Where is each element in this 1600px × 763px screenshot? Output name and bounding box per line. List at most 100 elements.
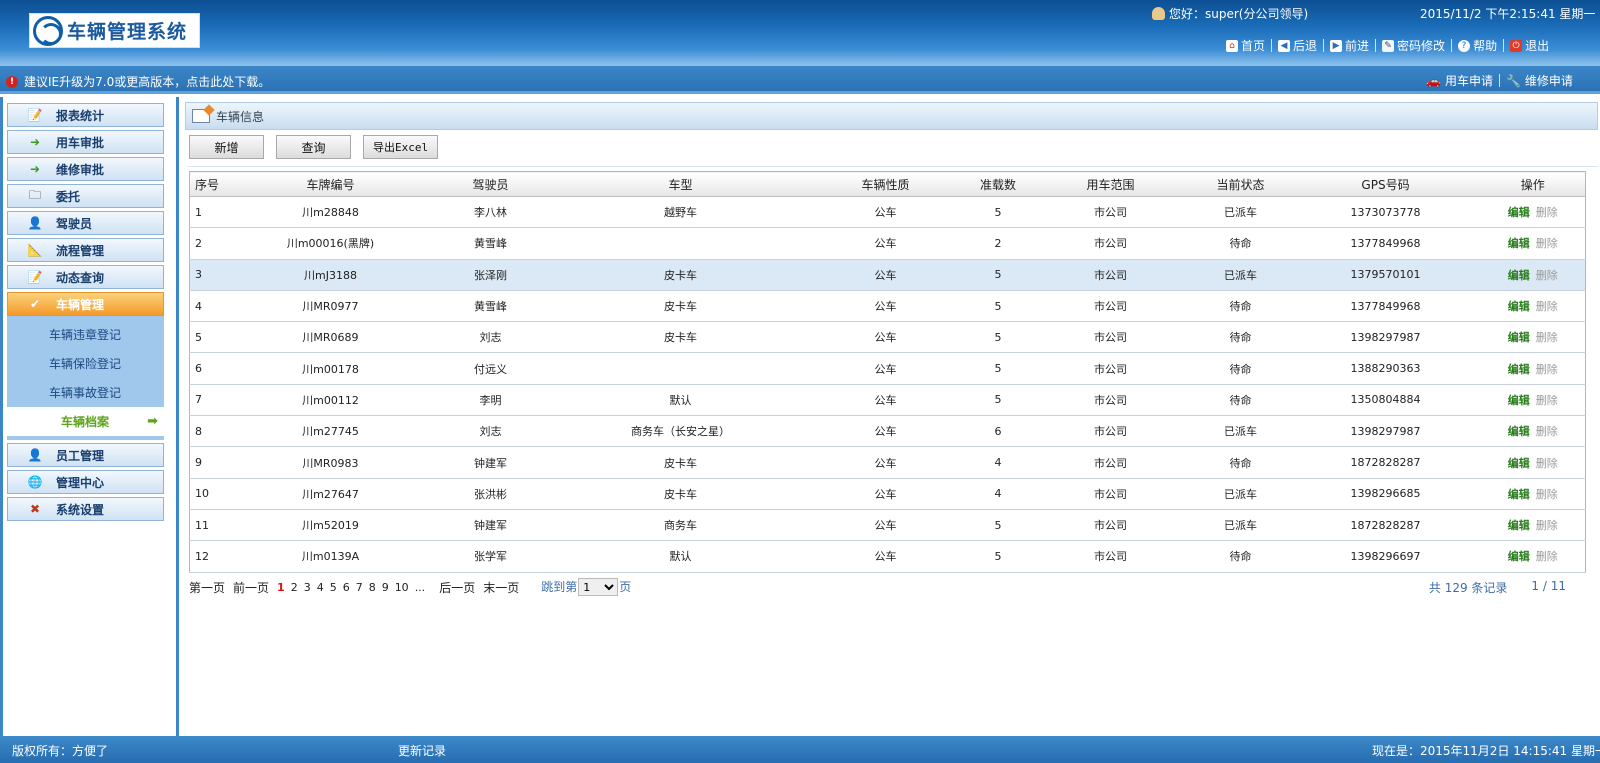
subitem-accident[interactable]: 车辆事故登记	[7, 378, 164, 407]
delete-link[interactable]: 删除	[1536, 425, 1558, 438]
sidebar-item-dynamic-query[interactable]: 📝 动态查询	[7, 265, 164, 289]
delete-link[interactable]: 删除	[1536, 519, 1558, 532]
cell-driver: 张学军	[425, 540, 556, 573]
cell-plate: 川MR0977	[235, 290, 426, 323]
cell-no: 10	[189, 478, 236, 510]
sidebar-item-delegate[interactable]: 🗀 委托	[7, 184, 164, 208]
repair-request-link[interactable]: 🔧 维修申请	[1500, 72, 1579, 89]
edit-link[interactable]: 编辑	[1508, 550, 1530, 563]
col-plate[interactable]: 车牌编号	[235, 171, 426, 197]
cell-scope: 市公司	[1030, 227, 1191, 260]
pager-last[interactable]: 末一页	[483, 579, 519, 596]
nav-forward-link[interactable]: ▶ 前进	[1324, 37, 1375, 54]
pager-page-link[interactable]: 7	[356, 581, 363, 594]
subitem-insurance[interactable]: 车辆保险登记	[7, 349, 164, 378]
ie-upgrade-notice[interactable]: ! 建议IE升级为7.0或更高版本，点击此处下载。	[6, 73, 270, 90]
pager-page-link[interactable]: 10	[395, 581, 409, 594]
pager-page-link[interactable]: 9	[382, 581, 389, 594]
table-row[interactable]: 6 川m00178 付远义 公车 5 市公司 待命 1388290363 编辑 删除	[189, 352, 1586, 385]
edit-link[interactable]: 编辑	[1508, 519, 1530, 532]
edit-link[interactable]: 编辑	[1508, 425, 1530, 438]
delete-link[interactable]: 删除	[1536, 394, 1558, 407]
col-no[interactable]: 序号	[189, 171, 236, 197]
tools-icon: ✖	[29, 502, 41, 516]
delete-link[interactable]: 删除	[1536, 488, 1558, 501]
edit-link[interactable]: 编辑	[1508, 300, 1530, 313]
export-excel-button[interactable]: 导出Excel	[363, 135, 439, 159]
sidebar-item-car-approval[interactable]: ➜ 用车审批	[7, 130, 164, 154]
pager-page-link[interactable]: 6	[343, 581, 350, 594]
sidebar-item-driver[interactable]: 👤 驾驶员	[7, 211, 164, 235]
pager-first[interactable]: 第一页	[189, 579, 225, 596]
col-gps[interactable]: GPS号码	[1290, 171, 1481, 197]
nav-exit-link[interactable]: ⏻ 退出	[1504, 37, 1555, 54]
sidebar-item-staff[interactable]: 👤 员工管理	[7, 443, 164, 467]
nav-back-link[interactable]: ◀ 后退	[1272, 37, 1323, 54]
key-icon: ✎	[1382, 39, 1395, 52]
edit-link[interactable]: 编辑	[1508, 206, 1530, 219]
subitem-violation[interactable]: 车辆违章登记	[7, 320, 164, 349]
table-row[interactable]: 8 川m27745 刘志 商务车（长安之星） 公车 6 市公司 已派车 1398297987 编辑…	[189, 415, 1586, 448]
cell-status: 待命	[1190, 540, 1291, 573]
delete-link[interactable]: 删除	[1536, 269, 1558, 282]
col-model[interactable]: 车型	[555, 171, 806, 197]
delete-link[interactable]: 删除	[1536, 300, 1558, 313]
sidebar-item-report[interactable]: 📝 报表统计	[7, 103, 164, 127]
query-button[interactable]: 查询	[276, 135, 351, 159]
nav-home-link[interactable]: ⌂ 首页	[1220, 37, 1271, 54]
edit-link[interactable]: 编辑	[1508, 457, 1530, 470]
pager-page-link[interactable]: 1	[277, 581, 285, 594]
pager-page-link[interactable]: 5	[330, 581, 337, 594]
sidebar-item-repair-approval[interactable]: ➜ 维修审批	[7, 157, 164, 181]
car-request-link[interactable]: 🚗 用车申请	[1420, 72, 1499, 89]
pager-next[interactable]: 后一页	[439, 579, 475, 596]
delete-link[interactable]: 删除	[1536, 206, 1558, 219]
edit-link[interactable]: 编辑	[1508, 269, 1530, 282]
col-driver[interactable]: 驾驶员	[425, 171, 556, 197]
table-row[interactable]: 12 川m0139A 张学军 默认 公车 5 市公司 待命 1398296697 编辑 删除	[189, 540, 1586, 573]
add-button[interactable]: 新增	[189, 135, 264, 159]
sidebar: 📝 报表统计 ➜ 用车审批 ➜ 维修审批 🗀 委托 👤 驾驶员 📐 流程管理 📝…	[0, 97, 179, 736]
sidebar-item-admin-center[interactable]: 🌐 管理中心	[7, 470, 164, 494]
changelog-link[interactable]: 更新记录	[398, 742, 446, 759]
sidebar-item-process[interactable]: 📐 流程管理	[7, 238, 164, 262]
edit-link[interactable]: 编辑	[1508, 488, 1530, 501]
sidebar-item-vehicle-management[interactable]: ✔ 车辆管理	[7, 292, 164, 316]
pager-page-link[interactable]: 4	[317, 581, 324, 594]
table-row[interactable]: 4 川MR0977 黄雪峰 皮卡车 公车 5 市公司 待命 1377849968 编辑 删除	[189, 290, 1586, 323]
delete-link[interactable]: 删除	[1536, 550, 1558, 563]
edit-link[interactable]: 编辑	[1508, 394, 1530, 407]
table-row[interactable]: 9 川MR0983 钟建军 皮卡车 公车 4 市公司 待命 1872828287 编辑 删除	[189, 446, 1586, 479]
nav-change-password-link[interactable]: ✎ 密码修改	[1376, 37, 1451, 54]
table-row[interactable]: 11 川m52019 钟建军 商务车 公车 5 市公司 已派车 1872828287 编辑 删除	[189, 509, 1586, 542]
table-row[interactable]: 3 川mJ3188 张泽刚 皮卡车 公车 5 市公司 已派车 1379570101 编辑 删除	[189, 259, 1586, 291]
pager-prev[interactable]: 前一页	[233, 579, 269, 596]
cell-gps: 1398296697	[1290, 540, 1481, 573]
app-logo[interactable]: 车辆管理系统	[29, 13, 200, 48]
page-jump-select[interactable]: 1	[578, 578, 619, 597]
nav-help-link[interactable]: ? 帮助	[1452, 37, 1503, 54]
edit-link[interactable]: 编辑	[1508, 237, 1530, 250]
delete-link[interactable]: 删除	[1536, 363, 1558, 376]
pager-page-link[interactable]: ...	[415, 581, 426, 594]
delete-link[interactable]: 删除	[1536, 237, 1558, 250]
col-status[interactable]: 当前状态	[1190, 171, 1291, 197]
col-scope[interactable]: 用车范围	[1030, 171, 1191, 197]
pager-page-link[interactable]: 8	[369, 581, 376, 594]
table-row[interactable]: 10 川m27647 张洪彬 皮卡车 公车 4 市公司 已派车 1398296685 编辑 删除	[189, 478, 1586, 510]
col-nature[interactable]: 车辆性质	[805, 171, 966, 197]
sidebar-item-settings[interactable]: ✖ 系统设置	[7, 497, 164, 521]
col-seats[interactable]: 准载数	[965, 171, 1031, 197]
cell-gps: 1398296685	[1290, 478, 1481, 510]
table-row[interactable]: 1 川m28848 李八林 越野车 公车 5 市公司 已派车 1373073778 编辑 删除	[189, 196, 1586, 229]
table-row[interactable]: 5 川MR0689 刘志 皮卡车 公车 5 市公司 待命 1398297987 编辑 删除	[189, 321, 1586, 354]
table-row[interactable]: 2 川m00016(黑牌) 黄雪峰 公车 2 市公司 待命 1377849968 编辑 删除	[189, 227, 1586, 260]
delete-link[interactable]: 删除	[1536, 331, 1558, 344]
table-row[interactable]: 7 川m00112 李明 默认 公车 5 市公司 待命 1350804884 编辑 删除	[189, 384, 1586, 417]
subitem-vehicle-archive[interactable]: 车辆档案 ➡	[7, 407, 164, 436]
pager-page-link[interactable]: 3	[304, 581, 311, 594]
pager-page-link[interactable]: 2	[291, 581, 298, 594]
delete-link[interactable]: 删除	[1536, 457, 1558, 470]
edit-link[interactable]: 编辑	[1508, 331, 1530, 344]
edit-link[interactable]: 编辑	[1508, 363, 1530, 376]
